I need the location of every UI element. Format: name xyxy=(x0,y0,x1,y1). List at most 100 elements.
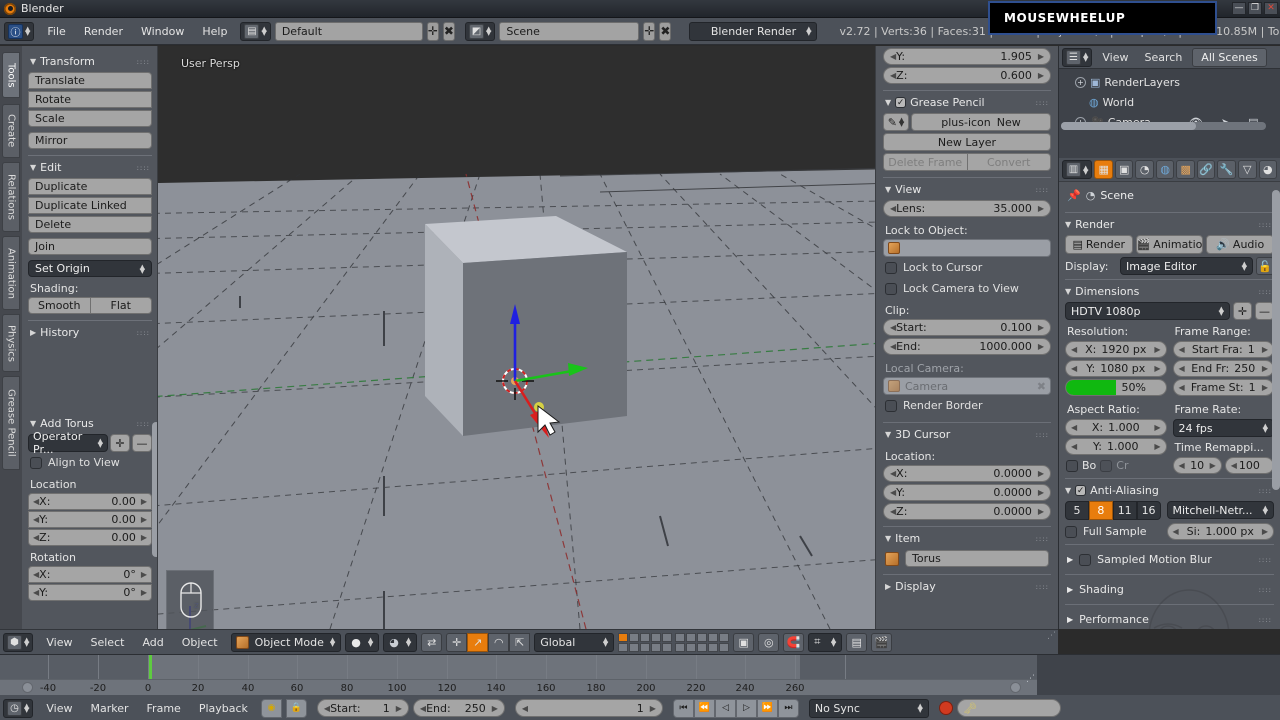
decrement-icon[interactable]: ◀ xyxy=(1173,527,1179,536)
panel-header-anti-aliasing[interactable]: ▼ ✓ Anti-Aliasing :::: xyxy=(1065,483,1274,501)
frame-step-field[interactable]: ◀ Frame St: 1 ▶ xyxy=(1172,379,1274,396)
location-z-field[interactable]: ◀ Z: 0.00 ▶ xyxy=(28,529,152,546)
shade-smooth-button[interactable]: Smooth xyxy=(28,297,90,314)
increment-icon[interactable]: ▶ xyxy=(1210,461,1216,470)
properties-scrollbar[interactable] xyxy=(1272,190,1280,490)
lock-to-cursor-checkbox[interactable] xyxy=(885,261,897,274)
panel-header-sampled-motion-blur[interactable]: ▶ Sampled Motion Blur :::: xyxy=(1065,549,1274,570)
panel-header-shading[interactable]: ▶ Shading :::: xyxy=(1065,579,1274,600)
menu-file[interactable]: File xyxy=(38,23,74,40)
layer-grid-top[interactable] xyxy=(618,632,673,652)
resolution-percentage-slider[interactable]: 50% xyxy=(1065,379,1167,396)
lock-to-object-field[interactable] xyxy=(883,239,1051,257)
rotation-x-field[interactable]: ◀ X: 0° ▶ xyxy=(28,566,152,583)
aa-sample-8[interactable]: 8 xyxy=(1088,501,1113,520)
menu-view[interactable]: View xyxy=(37,700,81,717)
outliner-display-mode[interactable]: All Scenes xyxy=(1192,47,1267,67)
object-tab-icon[interactable]: ▩ xyxy=(1176,160,1195,179)
median-z-field[interactable]: ◀ Z: 0.600 ▶ xyxy=(883,67,1051,84)
increment-icon[interactable]: ▶ xyxy=(1038,323,1044,332)
rotate-manipulator-icon[interactable]: ↗ xyxy=(467,632,489,652)
render-layers-tab-icon[interactable]: ▣ xyxy=(1114,160,1134,179)
prev-keyframe-icon[interactable]: ⏪ xyxy=(693,698,715,718)
grease-pencil-new-layer-button[interactable]: New Layer xyxy=(883,133,1051,151)
editor-type-selector-timeline[interactable]: ◷ ▲ ▼ xyxy=(3,698,34,718)
keying-set-field[interactable]: 🗝 xyxy=(956,699,1061,717)
mirror-button[interactable]: Mirror xyxy=(28,132,152,149)
rotate-button[interactable]: Rotate xyxy=(28,91,152,108)
render-animation-button[interactable]: 🎬 Animatio xyxy=(1135,235,1204,254)
outliner-menu-search[interactable]: Search xyxy=(1139,51,1189,64)
modifiers-tab-icon[interactable]: 🔧 xyxy=(1217,160,1236,179)
delete-screen-layout-button[interactable]: ✖ xyxy=(442,21,455,41)
render-image-button[interactable]: ▤ Render xyxy=(1065,235,1133,254)
anti-aliasing-checkbox[interactable]: ✓ xyxy=(1075,485,1087,496)
aa-size-field[interactable]: ◀ Si: 1.000 px ▶ xyxy=(1166,523,1274,540)
scene-layers[interactable] xyxy=(618,632,730,652)
crop-checkbox[interactable] xyxy=(1100,459,1113,472)
play-audio-button[interactable]: 🔊 Audio xyxy=(1206,235,1274,254)
decrement-icon[interactable]: ◀ xyxy=(1179,345,1185,354)
play-reverse-icon[interactable]: ◁ xyxy=(714,698,736,718)
scene-tab-icon[interactable]: ◔ xyxy=(1135,160,1154,179)
increment-icon[interactable]: ▶ xyxy=(1038,342,1044,351)
increment-icon[interactable]: ▶ xyxy=(1154,423,1160,432)
material-tab-icon[interactable]: ◕ xyxy=(1258,160,1278,179)
timeline-ruler[interactable]: -40 -20 0 20 40 60 80 100 120 140 160 18… xyxy=(0,655,1037,695)
border-checkbox[interactable] xyxy=(1066,459,1078,472)
lock-icon[interactable]: 🔒 xyxy=(285,698,307,718)
motion-blur-checkbox[interactable] xyxy=(1079,553,1092,566)
increment-icon[interactable]: ▶ xyxy=(141,533,147,542)
set-origin-dropdown[interactable]: Set Origin ▲ ▼ xyxy=(28,260,152,277)
next-keyframe-icon[interactable]: ⏩ xyxy=(756,698,778,718)
add-render-preset-button[interactable]: ✛ xyxy=(1233,302,1252,320)
panel-header-view[interactable]: ▼ View :::: xyxy=(883,180,1051,200)
area-resize-grip[interactable]: ⋰ xyxy=(1026,675,1035,684)
editor-type-selector-info[interactable]: ⓘ ▲ ▼ xyxy=(4,21,35,41)
screen-layout-selector[interactable]: ▤ ▲ ▼ xyxy=(240,21,271,41)
increment-icon[interactable]: ▶ xyxy=(1154,364,1160,373)
decrement-icon[interactable]: ◀ xyxy=(522,704,528,713)
increment-icon[interactable]: ▶ xyxy=(141,588,147,597)
location-x-field[interactable]: ◀ X: 0.00 ▶ xyxy=(28,493,152,510)
proportional-edit-icon[interactable]: ◎ xyxy=(758,632,780,652)
scene-browse-selector[interactable]: ◩ ▲ ▼ xyxy=(464,21,496,41)
editor-type-selector-view3d[interactable]: ⬢ ▲ ▼ xyxy=(3,632,34,652)
delete-button[interactable]: Delete xyxy=(28,216,152,233)
scale-manipulator-icon[interactable]: ◠ xyxy=(488,632,510,652)
sidebar-item-physics[interactable]: Physics xyxy=(2,314,20,372)
editor-type-selector-properties[interactable]: ▥ ▲ ▼ xyxy=(1062,160,1093,179)
world-tab-icon[interactable]: ◍ xyxy=(1155,160,1175,179)
decrement-icon[interactable]: ◀ xyxy=(1179,461,1185,470)
pin-icon[interactable]: 📌 xyxy=(1067,189,1081,202)
maximize-button[interactable]: ❐ xyxy=(1248,2,1262,15)
menu-select[interactable]: Select xyxy=(82,634,134,651)
panel-header-render[interactable]: ▼ Render :::: xyxy=(1065,217,1274,235)
panel-header-performance[interactable]: ▶ Performance :::: xyxy=(1065,609,1274,629)
menu-help[interactable]: Help xyxy=(193,23,236,40)
jump-end-icon[interactable]: ⏭ xyxy=(777,698,799,718)
render-engine-selector[interactable]: Blender Render ▲ ▼ xyxy=(689,21,818,41)
time-remap-new-field[interactable]: ◀ 100 ▶ xyxy=(1224,457,1274,474)
panel-header-3d-cursor[interactable]: ▼ 3D Cursor :::: xyxy=(883,425,1051,445)
increment-icon[interactable]: ▶ xyxy=(141,497,147,506)
panel-header-history[interactable]: ▶ History :::: xyxy=(28,323,152,343)
translate-button[interactable]: Translate xyxy=(28,72,152,89)
jump-start-icon[interactable]: ⏮ xyxy=(672,698,694,718)
sidebar-item-create[interactable]: Create xyxy=(2,104,20,158)
cursor-z-field[interactable]: ◀ Z: 0.0000 ▶ xyxy=(883,503,1051,520)
add-screen-layout-button[interactable]: ✛ xyxy=(426,21,439,41)
current-frame-field[interactable]: ◀ 1 ▶ xyxy=(514,699,663,717)
delete-scene-button[interactable]: ✖ xyxy=(659,21,672,41)
menu-view[interactable]: View xyxy=(37,634,81,651)
decrement-icon[interactable]: ◀ xyxy=(1071,442,1077,451)
sidebar-item-relations[interactable]: Relations xyxy=(2,162,20,232)
viewport-render-anim-icon[interactable]: 🎬 xyxy=(871,632,893,652)
menu-playback[interactable]: Playback xyxy=(190,700,257,717)
decrement-icon[interactable]: ◀ xyxy=(1179,364,1185,373)
frame-start-field[interactable]: ◀ Start: 1 ▶ xyxy=(316,699,409,717)
increment-icon[interactable]: ▶ xyxy=(396,704,402,713)
aa-sample-11[interactable]: 11 xyxy=(1112,501,1137,520)
menu-object[interactable]: Object xyxy=(173,634,227,651)
grease-pencil-new-button[interactable]: plus-icon New xyxy=(911,113,1051,131)
